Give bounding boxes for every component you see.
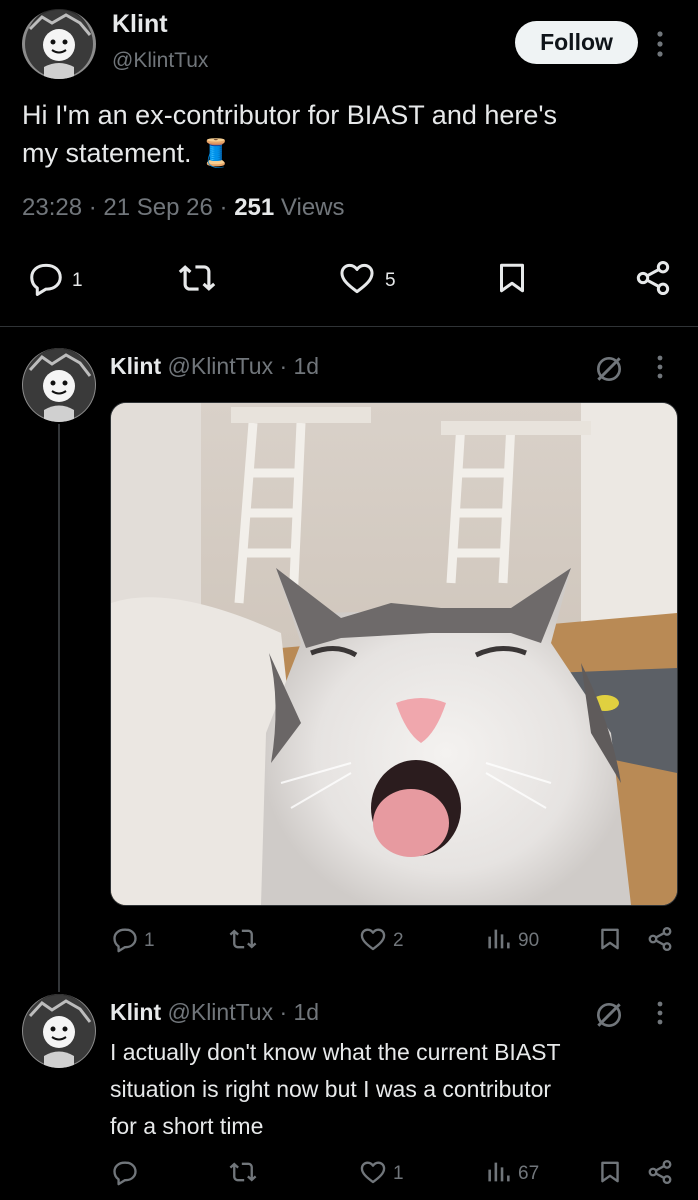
divider: [0, 326, 698, 327]
avatar-reply1[interactable]: [22, 348, 96, 422]
author-handle[interactable]: @KlintTux: [112, 49, 208, 73]
repost-icon[interactable]: [228, 925, 258, 953]
bookmark-icon[interactable]: [494, 259, 530, 297]
post-date: 21 Sep 26: [103, 194, 213, 221]
repost-icon[interactable]: [176, 259, 218, 297]
avatar-image: [25, 10, 93, 79]
reply1-header: Klint @KlintTux · 1d: [110, 353, 319, 380]
author-name[interactable]: Klint: [112, 10, 168, 39]
avatar-reply2[interactable]: [22, 994, 96, 1068]
reply-icon[interactable]: [26, 259, 66, 297]
reply1-reply-count: 1: [144, 930, 155, 951]
follow-button[interactable]: Follow: [515, 21, 638, 64]
heart-icon[interactable]: [337, 259, 377, 297]
share-icon[interactable]: [633, 258, 673, 298]
views-count: 251: [234, 194, 275, 221]
grok-icon[interactable]: [592, 353, 626, 385]
avatar-image: [23, 995, 95, 1068]
heart-icon[interactable]: [358, 925, 388, 953]
cat-photo-image: [111, 403, 677, 905]
like-count: 5: [385, 270, 396, 291]
reply2-handle-time[interactable]: @KlintTux · 1d: [168, 999, 320, 1025]
cat-photo[interactable]: [110, 402, 678, 906]
reply2-header: Klint @KlintTux · 1d: [110, 999, 319, 1026]
post-text: Hi I'm an ex-contributor for BIAST and h…: [22, 96, 682, 172]
post-meta: 23:28 · 21 Sep 26 · 251 Views: [22, 194, 345, 222]
more-vertical-icon[interactable]: [655, 354, 665, 380]
reply1-author-name[interactable]: Klint: [110, 353, 161, 379]
reply1-like-count: 2: [393, 930, 404, 951]
thread-emoji: 🧵: [199, 138, 233, 168]
reply1-view-count: 90: [518, 930, 540, 951]
reply1-handle-time[interactable]: @KlintTux · 1d: [168, 353, 320, 379]
post-text-line1: Hi I'm an ex-contributor for BIAST and h…: [22, 100, 558, 130]
reply2-view-count: 67: [518, 1163, 540, 1184]
reply-icon[interactable]: [110, 1158, 140, 1186]
reply-count: 1: [72, 270, 83, 291]
bookmark-icon[interactable]: [597, 925, 623, 953]
bookmark-icon[interactable]: [597, 1158, 623, 1186]
views-label: Views: [280, 194, 345, 221]
grok-icon[interactable]: [592, 999, 626, 1031]
share-icon[interactable]: [646, 925, 674, 953]
reply2-like-count: 1: [393, 1163, 404, 1184]
reply2-author-name[interactable]: Klint: [110, 999, 161, 1025]
heart-icon[interactable]: [358, 1158, 388, 1186]
reply2-text-line2: situation is right now but I was a contr…: [110, 1076, 552, 1102]
reply-icon[interactable]: [110, 925, 140, 953]
reply2-text-line3: for a short time: [110, 1113, 264, 1139]
post-time: 23:28: [22, 194, 83, 221]
share-icon[interactable]: [646, 1158, 674, 1186]
more-vertical-icon[interactable]: [655, 30, 665, 58]
more-vertical-icon[interactable]: [655, 1000, 665, 1026]
thread-line: [58, 424, 60, 992]
post-text-line2-text: my statement.: [22, 138, 192, 168]
repost-icon[interactable]: [228, 1158, 258, 1186]
post-text-line2: my statement. 🧵: [22, 134, 682, 172]
meta-separator-2: ·: [219, 194, 228, 221]
reply2-text-line1: I actually don't know what the current B…: [110, 1039, 561, 1065]
meta-separator: ·: [88, 194, 97, 221]
avatar-main[interactable]: [22, 9, 96, 79]
views-bar-icon[interactable]: [484, 1158, 514, 1186]
views-bar-icon[interactable]: [484, 925, 514, 953]
reply2-text: I actually don't know what the current B…: [110, 1034, 680, 1145]
avatar-image: [23, 349, 95, 422]
